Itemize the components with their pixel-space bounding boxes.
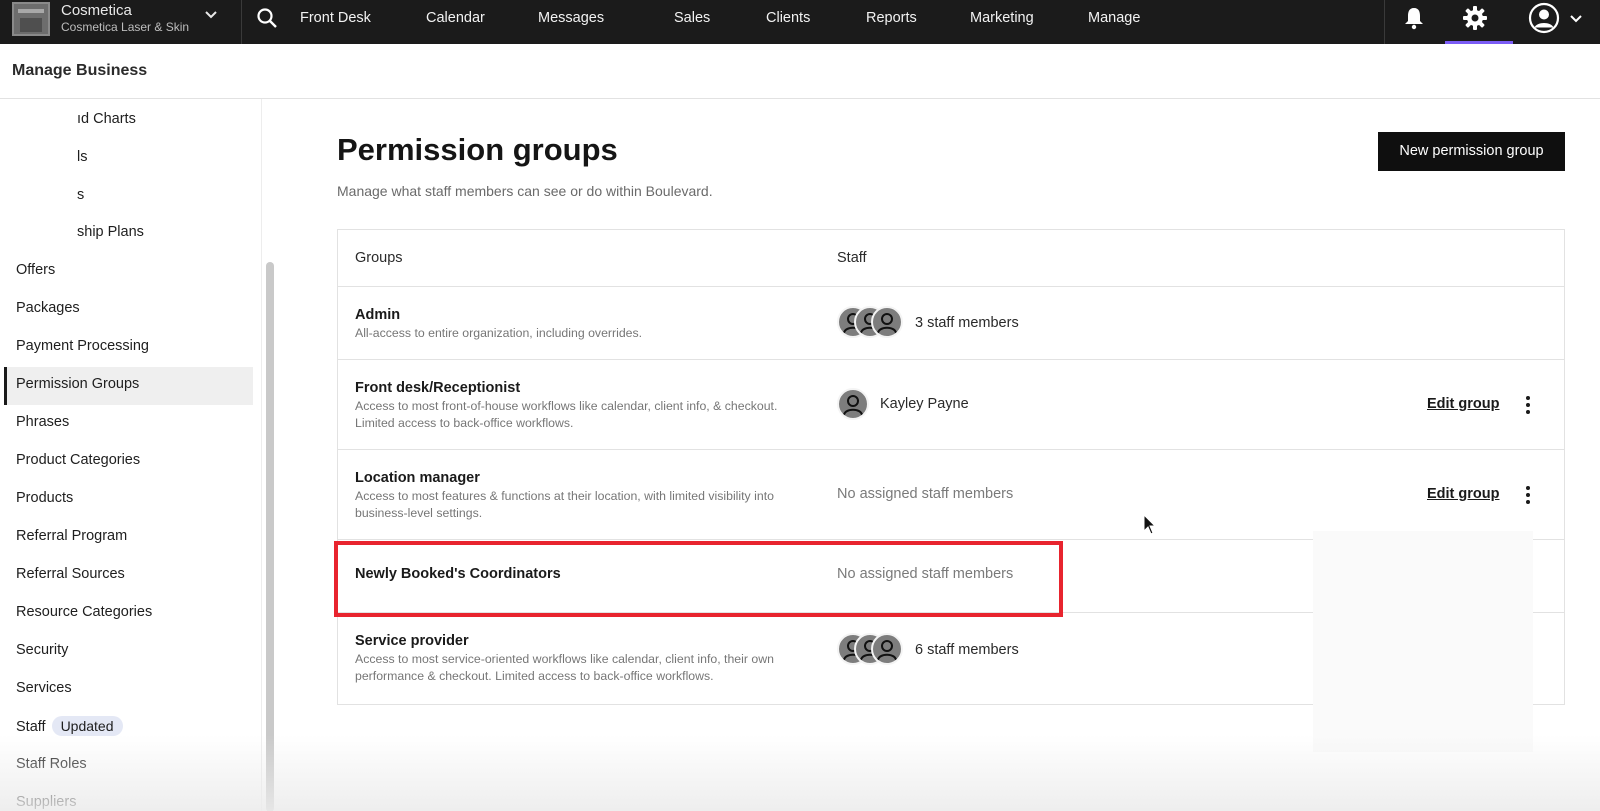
group-description: Access to most front-of-house workflows … (355, 399, 778, 430)
avatar (871, 306, 903, 338)
gear-icon[interactable] (1462, 5, 1488, 31)
avatar (871, 633, 903, 665)
sidebar-item-products[interactable]: Products (4, 481, 253, 519)
chevron-down-icon[interactable] (1569, 12, 1583, 26)
sidebar: ıd Charts ls s ship Plans Offers Package… (0, 99, 262, 811)
sidebar-item-phrases[interactable]: Phrases (4, 405, 253, 443)
dropdown-menu-panel (1313, 531, 1533, 752)
sidebar-item-membership-plans[interactable]: ship Plans (4, 215, 253, 253)
nav-calendar[interactable]: Calendar (426, 0, 538, 36)
nav-messages[interactable]: Messages (538, 0, 674, 36)
group-description: Access to most features & functions at t… (355, 489, 774, 520)
sidebar-item-offers[interactable]: Offers (4, 253, 253, 291)
sidebar-item-partial-ls[interactable]: ls (4, 140, 253, 178)
business-location: Cosmetica Laser & Skin (61, 20, 190, 34)
sidebar-scrollbar[interactable] (266, 262, 274, 811)
staff-avatars (837, 306, 907, 340)
sidebar-item-security[interactable]: Security (4, 633, 253, 671)
sidebar-item-product-categories[interactable]: Product Categories (4, 443, 253, 481)
sidebar-item-referral-program[interactable]: Referral Program (4, 519, 253, 557)
staff-count: 6 staff members (915, 642, 1019, 658)
bell-icon[interactable] (1403, 6, 1425, 30)
sidebar-item-staff[interactable]: Staff Updated (4, 709, 253, 747)
sidebar-item-payment-processing[interactable]: Payment Processing (4, 329, 253, 367)
column-header-staff: Staff (837, 250, 867, 266)
business-logo (12, 2, 50, 36)
page-header-title: Manage Business (12, 62, 148, 79)
table-row-admin[interactable]: Admin All-access to entire organization,… (338, 286, 1564, 359)
more-options-icon[interactable] (1524, 485, 1532, 505)
avatar (837, 388, 869, 420)
updated-badge: Updated (51, 716, 123, 736)
sidebar-item-permission-groups[interactable]: Permission Groups (4, 367, 253, 405)
table-row-location-manager[interactable]: Location manager Access to most features… (338, 449, 1564, 539)
divider (1384, 0, 1385, 44)
sidebar-item-label: Staff (16, 719, 46, 735)
page-header: Manage Business (0, 44, 1600, 99)
group-name: Service provider (355, 633, 469, 649)
more-options-icon[interactable] (1524, 395, 1532, 415)
mouse-cursor-icon (1143, 514, 1157, 535)
sidebar-item-suppliers[interactable]: Suppliers (4, 785, 253, 811)
nav-marketing[interactable]: Marketing (970, 0, 1088, 36)
main-nav: Front Desk Calendar Messages Sales Clien… (300, 0, 1168, 36)
group-name: Front desk/Receptionist (355, 380, 521, 396)
staff-member-name: Kayley Payne (880, 396, 969, 412)
staff-count: 3 staff members (915, 315, 1019, 331)
business-name: Cosmetica (61, 2, 132, 19)
sidebar-item-staff-roles[interactable]: Staff Roles (4, 747, 253, 785)
new-permission-group-button[interactable]: New permission group (1378, 132, 1565, 171)
page-title: Permission groups (337, 132, 618, 167)
group-name: Location manager (355, 470, 480, 486)
edit-group-link[interactable]: Edit group (1427, 396, 1500, 412)
sidebar-item-charts[interactable]: ıd Charts (4, 102, 253, 140)
table-row-front-desk[interactable]: Front desk/Receptionist Access to most f… (338, 359, 1564, 449)
sidebar-item-resource-categories[interactable]: Resource Categories (4, 595, 253, 633)
nav-front-desk[interactable]: Front Desk (300, 0, 426, 36)
chevron-down-icon[interactable] (204, 8, 218, 22)
nav-reports[interactable]: Reports (866, 0, 970, 36)
group-description: Access to most service-oriented workflow… (355, 652, 774, 683)
nav-manage[interactable]: Manage (1088, 0, 1168, 36)
no-staff-text: No assigned staff members (837, 486, 1014, 502)
sidebar-item-packages[interactable]: Packages (4, 291, 253, 329)
page-subtitle: Manage what staff members can see or do … (337, 183, 713, 199)
highlight-annotation (334, 541, 1063, 617)
group-description: All-access to entire organization, inclu… (355, 326, 643, 340)
business-switcher[interactable]: Cosmetica Cosmetica Laser & Skin (0, 0, 242, 44)
top-navigation-bar: Cosmetica Cosmetica Laser & Skin Front D… (0, 0, 1600, 44)
search-icon[interactable] (256, 7, 278, 29)
nav-sales[interactable]: Sales (674, 0, 766, 36)
sidebar-item-referral-sources[interactable]: Referral Sources (4, 557, 253, 595)
edit-group-link[interactable]: Edit group (1427, 486, 1500, 502)
sidebar-item-partial-s[interactable]: s (4, 178, 253, 216)
nav-clients[interactable]: Clients (766, 0, 866, 36)
account-icon[interactable] (1528, 2, 1560, 34)
staff-avatars (837, 633, 907, 667)
sidebar-item-services[interactable]: Services (4, 671, 253, 709)
column-header-groups: Groups (355, 250, 403, 266)
group-name: Admin (355, 307, 401, 323)
